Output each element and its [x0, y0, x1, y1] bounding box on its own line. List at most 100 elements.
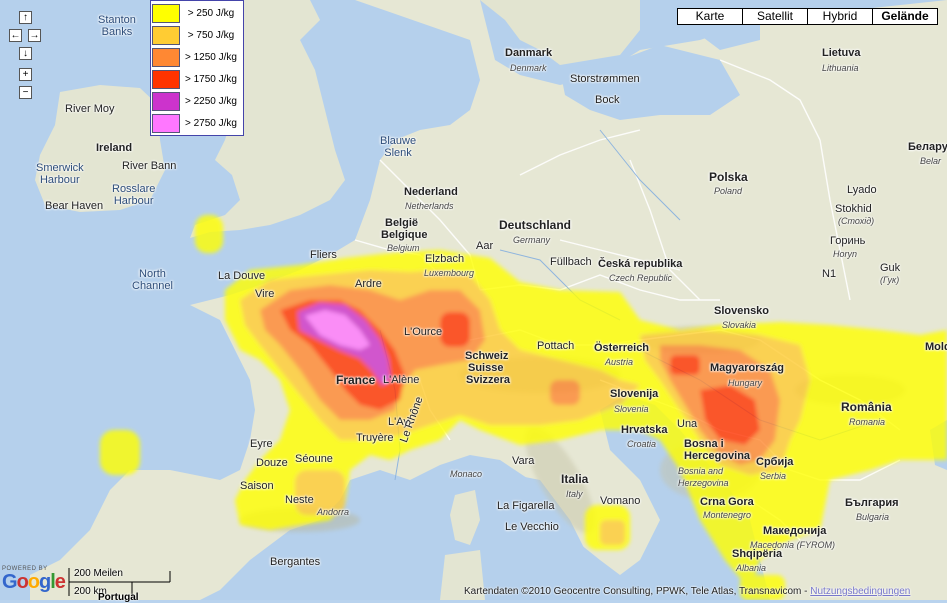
country-label-romania: România — [841, 400, 892, 414]
terms-link[interactable]: Nutzungsbedingungen — [810, 586, 910, 597]
country-label-slovenia: Slovenija — [610, 388, 659, 400]
country-sub-label: Denmark — [510, 63, 547, 73]
legend-label: > 1750 J/kg — [185, 74, 237, 85]
copyright: Kartendaten ©2010 Geocentre Consulting, … — [464, 586, 910, 597]
country-label-portugal: Portugal — [98, 592, 139, 603]
country-sub-label: Romania — [849, 417, 886, 427]
country-sub-label: Montenegro — [703, 510, 752, 520]
place-label: Blauwe Slenk — [380, 135, 417, 159]
pan-left-button[interactable]: ← — [9, 29, 22, 42]
country-label-bosnia: Bosna i Hercegovina — [684, 438, 751, 462]
river-label: L'Alène — [383, 374, 420, 386]
river-label: Una — [677, 418, 698, 430]
country-sub-label: Lithuania — [822, 63, 859, 73]
legend-swatch — [152, 92, 180, 111]
legend-label: > 750 J/kg — [187, 30, 235, 41]
river-label: Douze — [256, 457, 288, 469]
country-sub-label: Slovakia — [722, 320, 757, 330]
country-label-switzerland-it: Svizzera — [466, 374, 511, 386]
road-label: N1 — [822, 268, 837, 280]
country-sub-label: Germany — [513, 235, 551, 245]
sea-label: North Channel — [132, 268, 173, 292]
river-label: Горинь — [830, 235, 866, 247]
legend-label: > 1250 J/kg — [185, 52, 237, 63]
map-type-button-satellit[interactable]: Satellit — [742, 8, 808, 25]
river-label: Guk — [880, 262, 901, 274]
place-label: Bear Haven — [45, 200, 104, 212]
legend-label: > 2250 J/kg — [185, 96, 237, 107]
legend-swatch — [152, 70, 180, 89]
country-label-belarus: Белару — [908, 141, 947, 153]
place-label: Lyado — [847, 184, 877, 196]
country-sub-label: Poland — [714, 186, 743, 196]
legend-row: > 750 J/kg — [152, 24, 242, 46]
country-sub-label: Albania — [736, 563, 767, 573]
legend-row: > 1750 J/kg — [152, 68, 242, 90]
legend-swatch — [152, 48, 180, 67]
terrain-map[interactable] — [0, 0, 947, 600]
country-sub-label: Serbia — [760, 471, 787, 481]
place-label: Fliers — [310, 249, 337, 261]
legend-swatch — [152, 114, 180, 133]
pan-down-button[interactable]: ↓ — [19, 47, 32, 60]
river-label: Séoune — [295, 453, 333, 465]
country-label-denmark: Danmark — [505, 47, 553, 59]
country-sub-label: Croatia — [627, 439, 657, 449]
country-sub-label: Slovenia — [614, 404, 649, 414]
country-label-macedonia: Македонија — [763, 525, 827, 537]
river-label: Le Vecchio — [505, 521, 559, 533]
place-label: Rosslare Harbour — [112, 183, 156, 207]
country-sub-label: Bulgaria — [856, 512, 890, 522]
legend-label: > 250 J/kg — [187, 8, 235, 19]
legend-label: > 2750 J/kg — [185, 118, 237, 129]
country-sub-label: Italy — [566, 489, 583, 499]
zoom-in-button[interactable]: + — [19, 68, 32, 81]
river-label: River Bann — [122, 160, 177, 172]
google-logo[interactable]: POWERED BY Google — [2, 566, 66, 593]
country-label-lithuania: Lietuva — [822, 47, 861, 59]
country-label-montenegro: Crna Gora — [700, 496, 754, 508]
river-label: Füllbach — [550, 256, 592, 268]
country-label-netherlands: Nederland — [404, 186, 458, 198]
country-label-poland: Polska — [709, 170, 748, 184]
country-label-belgium: België — [385, 217, 419, 229]
pan-right-button[interactable]: → — [28, 29, 41, 42]
river-label: Vara — [512, 455, 535, 467]
google-logo-text: Google — [2, 571, 66, 593]
place-label: Smerwick Harbour — [36, 162, 84, 186]
river-label: La Figarella — [497, 500, 555, 512]
country-sub-label: Monaco — [450, 469, 483, 479]
map-type-button-hybrid[interactable]: Hybrid — [807, 8, 873, 25]
river-label: Eyre — [250, 438, 273, 450]
country-sub-label: Belar — [920, 156, 942, 166]
river-label: Neste — [285, 494, 314, 506]
river-label: La Douve — [218, 270, 266, 282]
map-type-button-karte[interactable]: Karte — [677, 8, 743, 25]
place-label: Storstrømmen — [570, 73, 640, 85]
map-type-controls: Karte Satellit Hybrid Gelände — [677, 8, 938, 25]
legend-row: > 2750 J/kg — [152, 112, 242, 134]
pan-up-button[interactable]: ↑ — [19, 11, 32, 24]
river-label: Pottach — [537, 340, 575, 352]
country-label-france: France — [336, 373, 376, 387]
river-label: Vomano — [600, 495, 641, 507]
river-label: Ardre — [355, 278, 382, 290]
country-label-czech: Česká republika — [598, 258, 683, 270]
country-label-albania: Shqipëria — [732, 548, 783, 560]
country-label-hungary: Magyarország — [710, 362, 784, 374]
country-label-germany: Deutschland — [499, 218, 572, 232]
scale-miles: 200 Meilen — [74, 568, 123, 579]
map-type-button-gelaende[interactable]: Gelände — [872, 8, 938, 25]
zoom-out-button[interactable]: − — [19, 86, 32, 99]
copyright-text: Kartendaten ©2010 Geocentre Consulting, … — [464, 586, 808, 597]
river-label: Elzbach — [425, 253, 465, 265]
country-sub-label: Austria — [605, 357, 634, 367]
country-label-italy: Italia — [561, 472, 589, 486]
legend-swatch — [152, 4, 180, 23]
river-label: River Moy — [65, 103, 115, 115]
country-label-moldova: Mold — [925, 341, 947, 353]
river-label: Bergantes — [270, 556, 321, 568]
legend-swatch — [152, 26, 180, 45]
country-sub-label: Netherlands — [405, 201, 454, 211]
cape-legend: > 250 J/kg > 750 J/kg > 1250 J/kg > 1750… — [150, 0, 244, 136]
